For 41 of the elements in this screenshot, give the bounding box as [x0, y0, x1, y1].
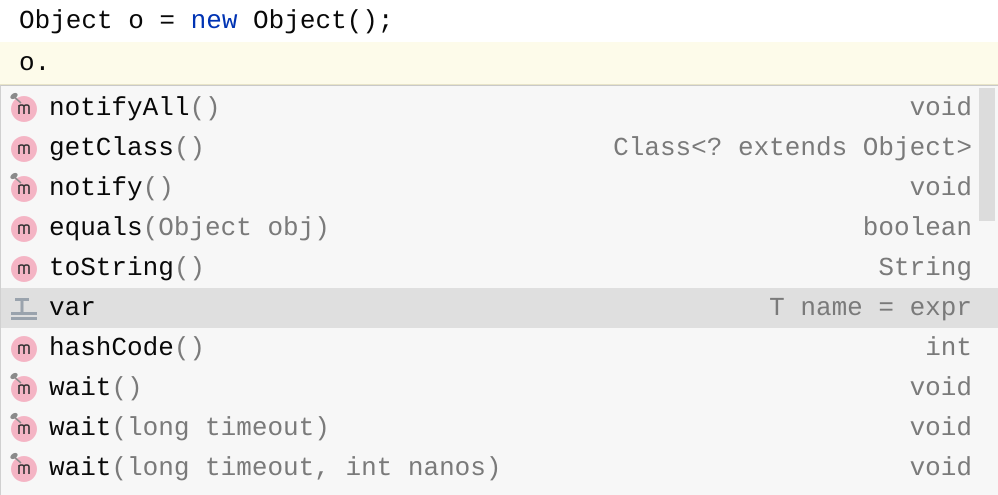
method-icon: [9, 173, 39, 203]
item-signature: wait(): [49, 373, 143, 403]
item-type: T name = expr: [769, 293, 972, 323]
method-icon: [9, 373, 39, 403]
completion-item[interactable]: toString() String: [1, 248, 998, 288]
completion-item[interactable]: wait(long timeout, int nanos) void: [1, 448, 998, 488]
item-signature: getClass(): [49, 133, 206, 163]
scrollbar-thumb[interactable]: [979, 88, 995, 221]
item-signature: equals(Object obj): [49, 213, 330, 243]
completion-item[interactable]: notify() void: [1, 168, 998, 208]
item-signature: notify(): [49, 173, 174, 203]
item-signature: notifyAll(): [49, 93, 221, 123]
completion-item[interactable]: var T name = expr: [1, 288, 998, 328]
item-signature: hashCode(): [49, 333, 206, 363]
item-type: void: [910, 373, 972, 403]
item-signature: var: [49, 293, 96, 323]
completion-item[interactable]: wait() void: [1, 368, 998, 408]
method-icon: [9, 213, 39, 243]
item-signature: toString(): [49, 253, 206, 283]
item-type: void: [910, 453, 972, 483]
method-icon: [9, 133, 39, 163]
item-type: void: [910, 413, 972, 443]
completion-item[interactable]: notifyAll() void: [1, 88, 998, 128]
item-type: boolean: [862, 213, 972, 243]
method-icon: [9, 413, 39, 443]
completion-item[interactable]: getClass() Class<? extends Object>: [1, 128, 998, 168]
item-type: void: [910, 173, 972, 203]
method-icon: [9, 93, 39, 123]
method-icon: [9, 253, 39, 283]
method-icon: [9, 333, 39, 363]
completion-item[interactable]: hashCode() int: [1, 328, 998, 368]
item-signature: wait(long timeout): [49, 413, 330, 443]
completion-item[interactable]: wait(long timeout) void: [1, 408, 998, 448]
item-type: int: [925, 333, 972, 363]
code-line: Object o = new Object();: [18, 5, 394, 38]
method-icon: [9, 453, 39, 483]
item-type: void: [910, 93, 972, 123]
completion-item[interactable]: equals(Object obj) boolean: [1, 208, 998, 248]
item-type: Class<? extends Object>: [613, 133, 972, 163]
item-type: String: [878, 253, 972, 283]
item-signature: wait(long timeout, int nanos): [49, 453, 502, 483]
